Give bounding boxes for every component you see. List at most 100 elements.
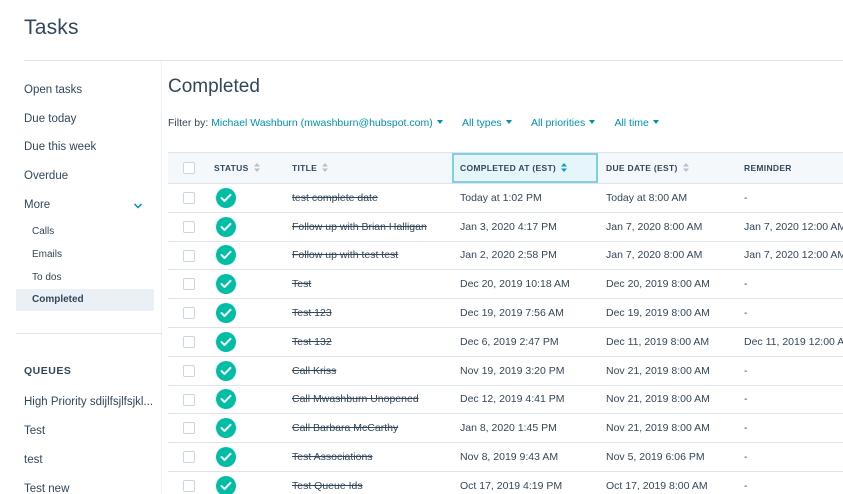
sidebar-item-to-dos[interactable]: To dos [32, 272, 61, 283]
completed-check-icon[interactable] [216, 475, 236, 494]
type-filter-dropdown[interactable]: All types [462, 117, 512, 129]
status-cell [206, 471, 284, 494]
sidebar-item-open-tasks[interactable]: Open tasks [24, 84, 82, 96]
row-select-cell [168, 183, 206, 213]
table-row[interactable]: Test Associations Nov 8, 2019 9:43 AM Nov … [168, 442, 843, 472]
table-row[interactable]: Follow up with test test Jan 2, 2020 2:58… [168, 241, 843, 271]
sidebar-item-emails[interactable]: Emails [32, 249, 62, 260]
title-cell: Call Mwashburn Unopened [284, 385, 452, 415]
row-checkbox[interactable] [183, 249, 195, 262]
owner-filter-dropdown[interactable]: Michael Washburn (mwashburn@hubspot.com) [211, 117, 443, 129]
completed-at-cell: Today at 1:02 PM [452, 183, 598, 213]
row-checkbox[interactable] [183, 479, 195, 492]
completed-check-icon[interactable] [216, 245, 236, 266]
queue-item-high-priority[interactable]: High Priority sdijlfsjlfsjkl... [24, 396, 153, 408]
completed-check-icon[interactable] [216, 331, 236, 352]
task-title-link[interactable]: Test Associations [292, 451, 373, 463]
task-title-link[interactable]: Test [292, 278, 311, 290]
completed-check-icon[interactable] [216, 274, 236, 295]
status-cell [206, 269, 284, 300]
row-select-cell [168, 385, 206, 415]
reminder-cell: - [736, 269, 843, 300]
table-row[interactable]: Call Mwashburn Unopened Dec 12, 2019 4:41… [168, 385, 843, 415]
completed-check-icon[interactable] [216, 418, 236, 439]
table-row[interactable]: test complete date Today at 1:02 PM Today … [168, 183, 843, 213]
completed-check-icon[interactable] [216, 447, 236, 468]
completed-at-cell: Dec 20, 2019 10:18 AM [452, 269, 598, 300]
filter-label: Filter by: [168, 117, 212, 129]
sidebar-item-label: Completed [32, 294, 84, 305]
sidebar-item-calls[interactable]: Calls [32, 226, 54, 237]
queue-item-test-lower[interactable]: test [24, 454, 43, 466]
completed-check-icon[interactable] [216, 187, 236, 208]
completed-check-icon[interactable] [216, 303, 236, 324]
completed-at-cell: Nov 8, 2019 9:43 AM [452, 442, 598, 472]
row-checkbox[interactable] [183, 393, 195, 406]
row-select-cell [168, 356, 206, 386]
time-filter-dropdown[interactable]: All time [614, 117, 659, 129]
task-title-link[interactable]: Call Mwashburn Unopened [292, 393, 419, 405]
row-checkbox[interactable] [183, 335, 195, 348]
row-checkbox[interactable] [183, 307, 195, 320]
row-checkbox[interactable] [183, 192, 195, 204]
table-row[interactable]: Test Queue Ids Oct 17, 2019 4:19 PM Oct 17… [168, 471, 843, 494]
queue-item-test-new[interactable]: Test new [24, 483, 69, 494]
caret-down-icon [436, 120, 443, 124]
priority-filter-dropdown[interactable]: All priorities [531, 117, 596, 129]
row-checkbox[interactable] [183, 422, 195, 435]
sidebar-item-completed[interactable]: Completed [16, 289, 154, 311]
due-date-cell: Dec 20, 2019 8:00 AM [598, 269, 736, 300]
table-row[interactable]: Test 123 Dec 19, 2019 7:56 AM Dec 19, 2019… [168, 298, 843, 328]
sidebar-item-more[interactable]: More [24, 199, 50, 211]
task-title-link[interactable]: Call Kriss [292, 365, 336, 377]
sidebar-item-due-today[interactable]: Due today [24, 113, 76, 125]
completed-check-icon[interactable] [216, 389, 236, 410]
select-all-checkbox[interactable] [183, 162, 195, 174]
sidebar-divider [16, 333, 162, 334]
column-header-status[interactable]: STATUS [206, 152, 284, 184]
task-title-link[interactable]: Follow up with test test [292, 249, 398, 261]
due-date-cell: Nov 21, 2019 8:00 AM [598, 356, 736, 386]
row-checkbox[interactable] [183, 278, 195, 291]
row-select-cell [168, 298, 206, 328]
row-select-cell [168, 413, 206, 444]
table-row[interactable]: Test Dec 20, 2019 10:18 AM Dec 20, 2019 8:… [168, 269, 843, 300]
column-header-completed-at[interactable]: COMPLETED AT (EST) [452, 152, 598, 184]
completed-check-icon[interactable] [216, 216, 236, 237]
sidebar-item-due-this-week[interactable]: Due this week [24, 141, 96, 153]
task-title-link[interactable]: Follow up with Brian Halligan [292, 221, 427, 233]
status-cell [206, 241, 284, 271]
sidebar: Open tasks Due today Due this week Overd… [0, 61, 162, 494]
completed-at-cell: Jan 3, 2020 4:17 PM [452, 212, 598, 242]
sort-icon [322, 163, 329, 172]
time-filter-value: All time [614, 117, 649, 129]
due-date-cell: Jan 7, 2020 8:00 AM [598, 212, 736, 242]
sidebar-item-overdue[interactable]: Overdue [24, 170, 68, 182]
column-header-due-date[interactable]: DUE DATE (EST) [598, 152, 736, 184]
queue-item-test[interactable]: Test [24, 425, 45, 437]
due-date-cell: Dec 19, 2019 8:00 AM [598, 298, 736, 328]
row-checkbox[interactable] [183, 220, 195, 233]
status-cell [206, 385, 284, 415]
completed-check-icon[interactable] [216, 360, 236, 381]
task-title-link[interactable]: Test 132 [292, 336, 332, 348]
task-title-link[interactable]: Test Queue Ids [292, 480, 363, 492]
task-title-link[interactable]: Test 123 [292, 307, 332, 319]
table-row[interactable]: Test 132 Dec 6, 2019 2:47 PM Dec 11, 2019 … [168, 327, 843, 357]
column-header-reminder[interactable]: REMINDER [736, 152, 843, 184]
row-checkbox[interactable] [183, 364, 195, 377]
table-row[interactable]: Call Kriss Nov 19, 2019 3:20 PM Nov 21, 20… [168, 356, 843, 386]
column-header-title[interactable]: TITLE [284, 152, 452, 184]
column-header-label: DUE DATE (EST) [606, 163, 678, 173]
table-row[interactable]: Call Barbara McCarthy Jan 8, 2020 1:45 PM… [168, 413, 843, 444]
reminder-cell: Jan 7, 2020 12:00 AM [736, 241, 843, 271]
row-checkbox[interactable] [183, 451, 195, 464]
chevron-down-icon[interactable] [133, 201, 143, 211]
table-row[interactable]: Follow up with Brian Halligan Jan 3, 2020… [168, 212, 843, 242]
task-title-link[interactable]: Call Barbara McCarthy [292, 422, 398, 434]
title-cell: Follow up with Brian Halligan [284, 212, 452, 242]
task-title-link[interactable]: test complete date [292, 192, 378, 204]
due-date-cell: Today at 8:00 AM [598, 183, 736, 213]
filter-bar: Filter by: Michael Washburn (mwashburn@h… [168, 117, 659, 129]
title-cell: Test [284, 269, 452, 300]
